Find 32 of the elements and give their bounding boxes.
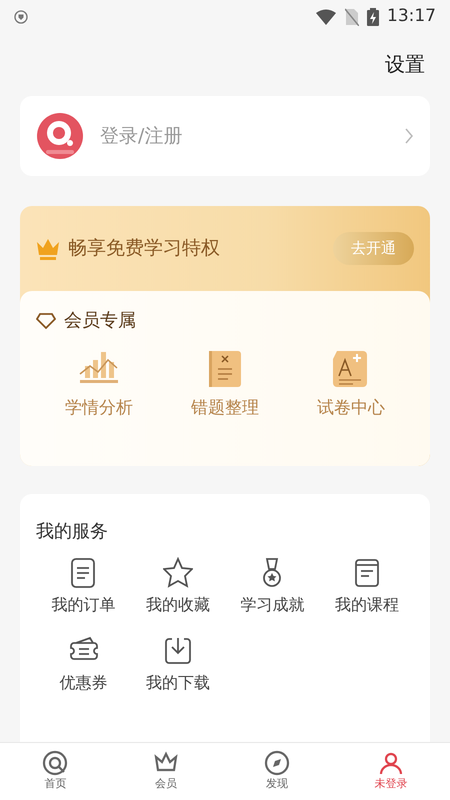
nav-tab[interactable]: 未登录 (332, 743, 450, 800)
home-tab-icon (42, 750, 68, 776)
vip-title: 畅享免费学习特权 (68, 236, 221, 262)
settings-button[interactable]: 设置 (384, 48, 426, 80)
download-icon (162, 635, 193, 667)
service-item[interactable]: 我的下载 (146, 631, 210, 699)
service-item[interactable]: 学习成就 (240, 553, 304, 621)
section-title: 会员专属 (64, 309, 136, 333)
member-item[interactable]: 学情分析 (39, 350, 159, 422)
service-item[interactable]: 我的订单 (51, 553, 116, 621)
login-label: 登录/注册 (100, 124, 184, 149)
member-item[interactable]: 错题整理 (165, 350, 285, 422)
status-time: 13:17 (387, 5, 436, 28)
service-item[interactable]: 我的课程 (334, 553, 399, 621)
service-item[interactable]: 优惠券 (59, 631, 108, 699)
member-item[interactable]: 试卷中心 (291, 350, 411, 422)
nav-tab[interactable]: 发现 (222, 743, 332, 800)
crown-icon (36, 238, 60, 260)
nav-tab[interactable]: 会员 (110, 743, 222, 800)
wifi-icon (315, 9, 337, 25)
person-icon (378, 750, 404, 776)
chevron-right-icon (404, 127, 414, 145)
shield-icon (14, 10, 28, 24)
section-title: 我的服务 (36, 520, 109, 544)
compass-icon (264, 750, 290, 776)
app-logo-icon (36, 112, 84, 160)
battery-icon (367, 8, 379, 26)
service-item[interactable]: 我的收藏 (146, 553, 210, 621)
no-sim-icon (345, 8, 359, 26)
nav-tab[interactable]: 首页 (0, 743, 111, 800)
diamond-icon (36, 312, 56, 328)
star-icon (162, 557, 193, 589)
